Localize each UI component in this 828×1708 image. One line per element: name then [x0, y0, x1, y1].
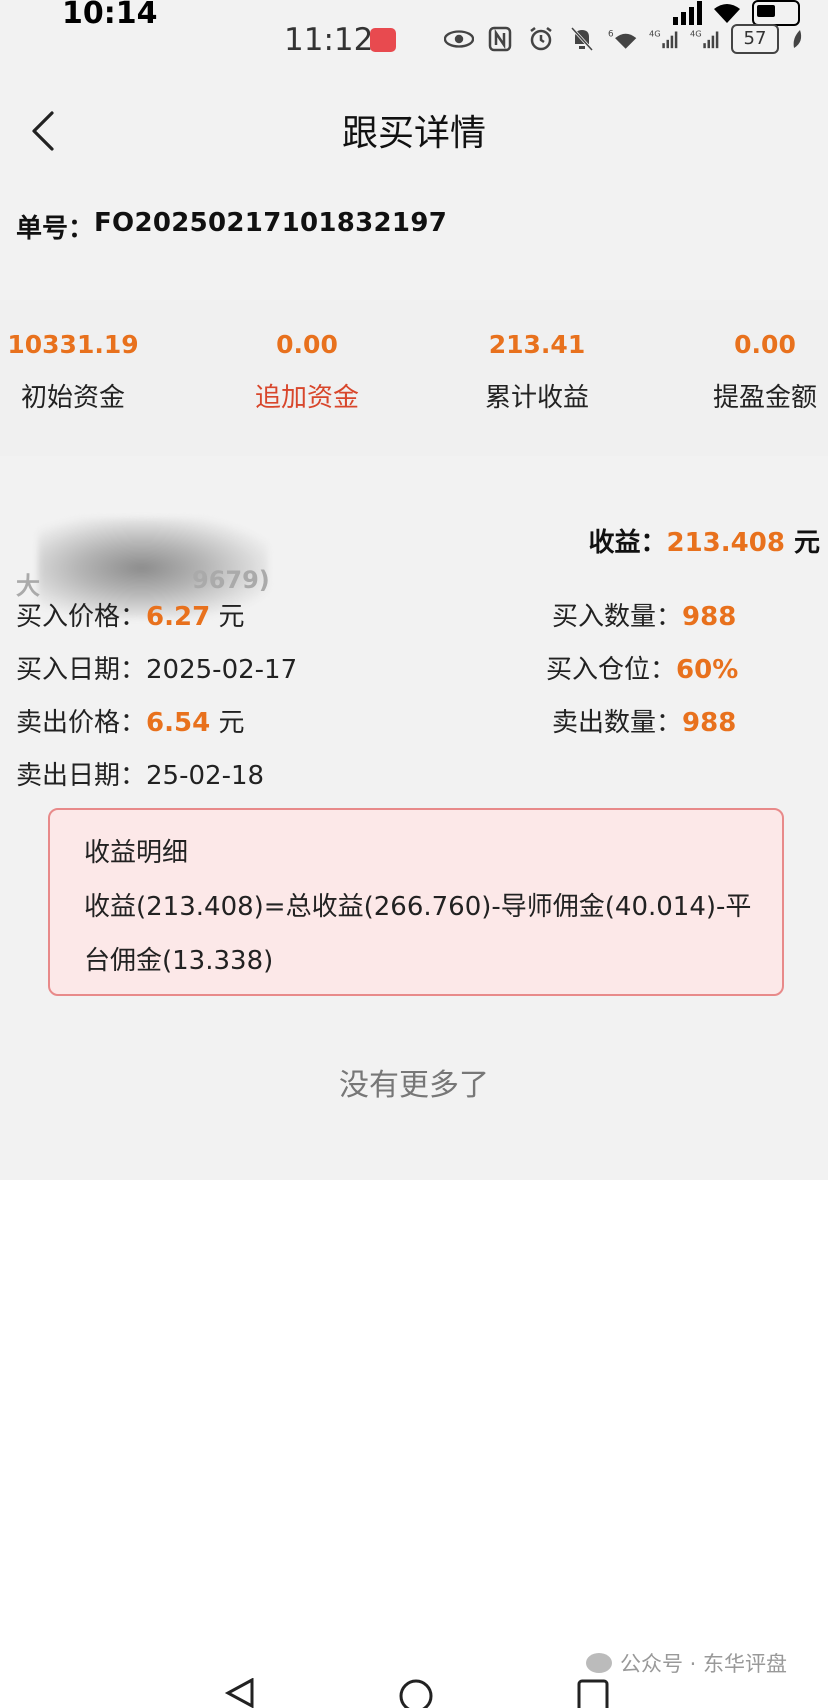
stat-withdrawn-profit: 0.00 提盈金额 [690, 330, 828, 414]
battery-icon [752, 0, 800, 26]
order-number-section: 单号： FO20250217101832197 [0, 176, 828, 278]
stat-label: 累计收益 [484, 383, 589, 413]
profit-breakdown-title: 收益明细 [84, 838, 189, 868]
alarm-icon [526, 25, 556, 53]
sell-quantity-row: 卖出数量：988 [552, 708, 737, 738]
profit-breakdown-box: 收益明细 收益(213.408)=总收益(266.760)-导师佣金(40.01… [48, 808, 784, 996]
sell-price-value: 6.54 [146, 708, 211, 738]
stat-value: 213.41 [488, 330, 586, 359]
stat-label: 提盈金额 [712, 383, 817, 413]
battery-level-icon: 57 [731, 24, 779, 54]
leaf-icon [793, 30, 802, 48]
buy-date-row: 买入日期：2025-02-17 [16, 655, 298, 685]
svg-text:6: 6 [608, 29, 614, 39]
inner-status-time: 11:12 [284, 22, 374, 58]
stat-label: 追加资金 [254, 383, 359, 413]
nav-back-icon[interactable] [222, 1678, 258, 1708]
signal-4g-icon: 4G [649, 25, 679, 53]
nfc-icon [485, 25, 515, 53]
outer-status-time: 10:14 [62, 0, 158, 31]
stat-value: 10331.19 [7, 330, 139, 359]
stock-code-fragment: 9679) [192, 566, 270, 594]
stat-added-capital[interactable]: 0.00 追加资金 [232, 330, 382, 414]
svg-text:4G: 4G [690, 29, 702, 39]
stat-value: 0.00 [734, 330, 796, 359]
sell-quantity-value: 988 [682, 708, 737, 738]
sell-price-row: 卖出价格：6.54 元 [16, 708, 245, 738]
buy-quantity-value: 988 [682, 602, 737, 632]
notification-app-icon [370, 28, 396, 52]
trade-profit: 收益：213.408 元 [588, 528, 820, 558]
profit-breakdown-text: 收益(213.408)=总收益(266.760)-导师佣金(40.014)-平台… [84, 892, 752, 976]
trade-detail-card: 大 9679) 收益：213.408 元 买入价格：6.27 元 买入数量：98… [0, 478, 828, 1180]
watermark-text: 公众号 · 东华评盘 [620, 1652, 788, 1676]
stat-value: 0.00 [276, 330, 338, 359]
nav-bar: 跟买详情 [0, 86, 828, 176]
order-number-label: 单号： [16, 214, 95, 244]
stat-label: 初始资金 [20, 383, 125, 413]
mute-bell-icon [567, 25, 597, 53]
sell-date-row: 卖出日期：25-02-18 [16, 761, 265, 791]
stat-cumulative-profit: 213.41 累计收益 [462, 330, 612, 414]
sell-date-value: 25-02-18 [146, 761, 265, 791]
inner-status-icons: 6 4G 4G 57 [444, 24, 804, 54]
page-title: 跟买详情 [341, 113, 486, 154]
signal-4g-icon-2: 4G [690, 25, 720, 53]
buy-price-value: 6.27 [146, 602, 211, 632]
watermark: 公众号 · 东华评盘 [586, 1648, 787, 1678]
svg-text:4G: 4G [649, 29, 661, 39]
stock-name-redacted: 大 9679) [16, 518, 270, 618]
position-row: 买入仓位：60% [546, 655, 739, 685]
no-more-text: 没有更多了 [339, 1068, 489, 1103]
buy-price-row: 买入价格：6.27 元 [16, 602, 245, 632]
outer-status-icons [673, 0, 800, 26]
cellular-signal-icon [673, 1, 702, 25]
nav-home-icon[interactable] [398, 1678, 434, 1708]
buy-quantity-row: 买入数量：988 [552, 602, 737, 632]
eye-icon [444, 25, 474, 53]
wifi-6-icon: 6 [608, 25, 638, 53]
order-number-value: FO20250217101832197 [94, 208, 448, 238]
wechat-icon [586, 1653, 612, 1673]
stat-initial-capital: 10331.19 初始资金 [0, 330, 146, 414]
wifi-icon [714, 4, 740, 23]
position-value: 60% [676, 655, 739, 685]
nav-recents-icon[interactable] [576, 1678, 610, 1708]
summary-stats: 10331.19 初始资金 0.00 追加资金 213.41 累计收益 0.00… [0, 300, 828, 456]
buy-date-value: 2025-02-17 [146, 655, 298, 685]
